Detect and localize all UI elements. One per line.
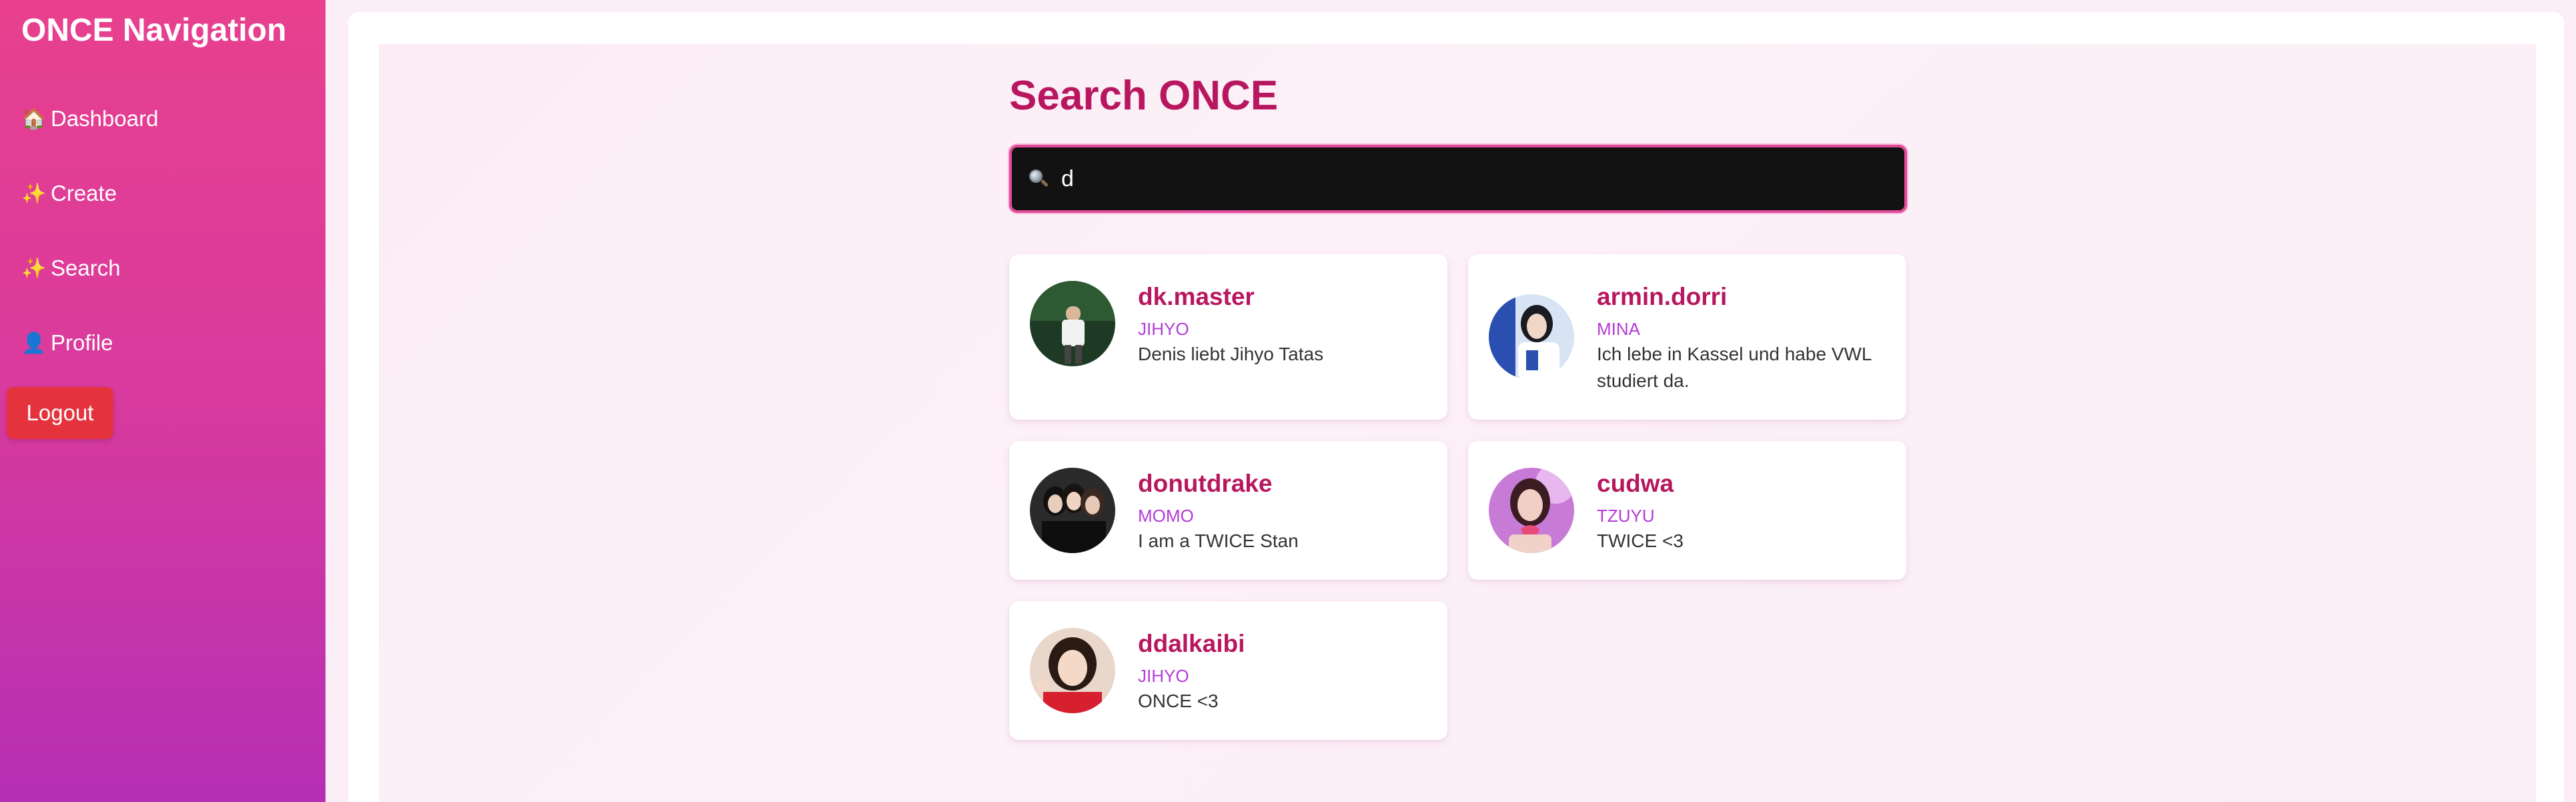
user-result-card[interactable]: donutdrake MOMO I am a TWICE Stan xyxy=(1009,441,1447,580)
avatar xyxy=(1030,628,1115,713)
avatar xyxy=(1030,281,1115,366)
user-bio: I am a TWICE Stan xyxy=(1138,530,1299,551)
bias-label: JIHYO xyxy=(1138,666,1189,686)
user-bio: TWICE <3 xyxy=(1597,530,1684,551)
user-bio: Denis liebt Jihyo Tatas xyxy=(1138,344,1324,364)
sidebar-item-label: Create xyxy=(51,181,117,206)
user-result-card[interactable]: cudwa TZUYU TWICE <3 xyxy=(1468,441,1906,580)
user-result-card[interactable]: ddalkaibi JIHYO ONCE <3 xyxy=(1009,601,1447,740)
username[interactable]: cudwa xyxy=(1597,468,1884,500)
user-bio: Ich lebe in Kassel und habe VWL studiert… xyxy=(1597,344,1872,391)
search-input[interactable] xyxy=(1061,149,1904,209)
logout-button[interactable]: Logout xyxy=(7,387,113,439)
sidebar-title: ONCE Navigation xyxy=(21,13,287,48)
sparkles-icon: ✨ xyxy=(21,182,47,205)
sidebar-item-profile[interactable]: 👤 Profile xyxy=(21,324,158,362)
sidebar: ONCE Navigation 🏠 Dashboard ✨ Create ✨ S… xyxy=(0,0,326,802)
avatar xyxy=(1489,468,1574,553)
sidebar-nav: 🏠 Dashboard ✨ Create ✨ Search 👤 Profile xyxy=(21,100,158,399)
username[interactable]: dk.master xyxy=(1138,281,1425,313)
user-silhouette-icon: 👤 xyxy=(21,332,47,354)
avatar xyxy=(1030,468,1115,553)
sidebar-item-search[interactable]: ✨ Search xyxy=(21,250,158,287)
sidebar-item-label: Profile xyxy=(51,330,113,355)
bias-label: MOMO xyxy=(1138,506,1194,526)
user-bio: ONCE <3 xyxy=(1138,691,1219,711)
house-icon: 🏠 xyxy=(21,107,47,130)
search-field[interactable] xyxy=(1009,145,1907,213)
username[interactable]: ddalkaibi xyxy=(1138,628,1425,660)
user-result-card[interactable]: dk.master JIHYO Denis liebt Jihyo Tatas xyxy=(1009,254,1447,420)
username[interactable]: donutdrake xyxy=(1138,468,1425,500)
bias-label: MINA xyxy=(1597,319,1640,339)
user-result-card[interactable]: armin.dorri MINA Ich lebe in Kassel und … xyxy=(1468,254,1906,420)
page-title: Search ONCE xyxy=(1009,73,1279,119)
avatar xyxy=(1489,294,1574,380)
sidebar-item-label: Dashboard xyxy=(51,106,159,131)
sidebar-item-label: Search xyxy=(51,256,121,280)
sidebar-item-create[interactable]: ✨ Create xyxy=(21,175,158,212)
bias-label: TZUYU xyxy=(1597,506,1655,526)
sparkles-icon: ✨ xyxy=(21,257,47,280)
sidebar-item-dashboard[interactable]: 🏠 Dashboard xyxy=(21,100,158,137)
username[interactable]: armin.dorri xyxy=(1597,281,1884,313)
magnifying-glass-icon xyxy=(1028,168,1049,189)
bias-label: JIHYO xyxy=(1138,319,1189,339)
